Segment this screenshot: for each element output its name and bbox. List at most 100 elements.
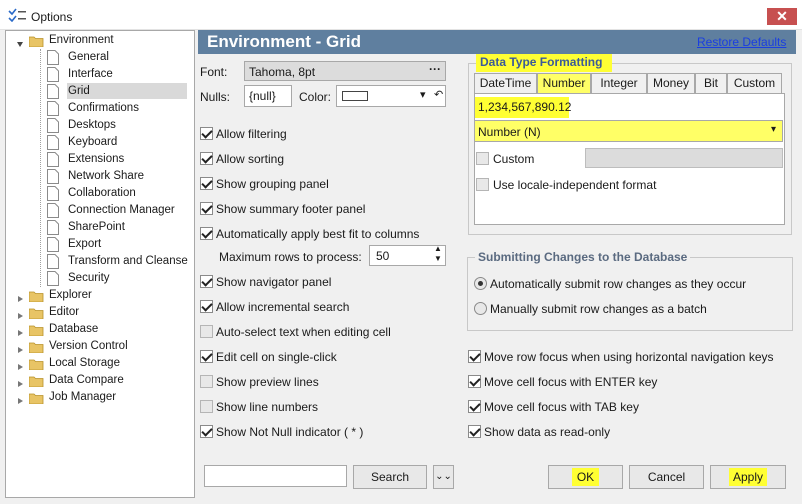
- color-picker[interactable]: ▾ ↶: [336, 85, 446, 107]
- show-line-numbers-checkbox[interactable]: [200, 400, 213, 413]
- folder-icon: [28, 324, 44, 337]
- apply-button[interactable]: Apply: [710, 465, 786, 489]
- color-label: Color:: [299, 90, 332, 104]
- expand-arrow-icon[interactable]: [16, 291, 24, 302]
- page-icon: [47, 152, 59, 167]
- move-row-focus-when-using-horizontal-navigation-keys-checkbox[interactable]: [468, 350, 481, 363]
- title-bar: [0, 0, 802, 30]
- page-icon: [47, 50, 59, 65]
- tree-item-desktops[interactable]: Desktops: [6, 117, 192, 134]
- allow-sorting-checkbox[interactable]: [200, 152, 213, 165]
- tree-item-security[interactable]: Security: [6, 270, 192, 287]
- tree-item-editor[interactable]: Editor: [6, 304, 192, 321]
- spin-down-icon[interactable]: ▼: [434, 254, 442, 263]
- folder-icon: [28, 341, 44, 354]
- tree-item-version-control[interactable]: Version Control: [6, 338, 192, 355]
- tab-bit[interactable]: Bit: [695, 73, 727, 94]
- apply-label: Apply: [728, 468, 768, 486]
- custom-format-input[interactable]: [585, 148, 783, 168]
- number-format-select[interactable]: Number (N) ▾: [474, 120, 783, 142]
- show-navigator-panel-checkbox[interactable]: [200, 275, 213, 288]
- tree-item-local-storage[interactable]: Local Storage: [6, 355, 192, 372]
- page-icon: [47, 169, 59, 184]
- edit-cell-on-single-click-checkbox[interactable]: [200, 350, 213, 363]
- dropdown-arrow-icon[interactable]: ▾: [771, 124, 776, 135]
- tree-item-export[interactable]: Export: [6, 236, 192, 253]
- tab-integer[interactable]: Integer: [591, 73, 647, 94]
- ok-button[interactable]: OK: [548, 465, 623, 489]
- expand-arrow-icon[interactable]: [16, 393, 24, 404]
- show-summary-footer-panel-checkbox[interactable]: [200, 202, 213, 215]
- page-title: Environment - Grid: [207, 32, 361, 51]
- tree-item-connection-manager[interactable]: Connection Manager: [6, 202, 192, 219]
- expand-arrow-icon[interactable]: [16, 359, 24, 370]
- options-tree[interactable]: Environment General Interface Grid Confirmat…: [5, 30, 195, 498]
- tree-item-data-compare[interactable]: Data Compare: [6, 372, 192, 389]
- manual-submit-radio[interactable]: [474, 302, 487, 315]
- search-input[interactable]: [204, 465, 347, 487]
- color-swatch: [342, 91, 368, 101]
- font-field[interactable]: Tahoma, 8pt ···: [244, 61, 446, 81]
- allow-incremental-search-checkbox[interactable]: [200, 300, 213, 313]
- max-rows-spinner[interactable]: 50 ▲ ▼: [369, 244, 446, 266]
- expand-arrow-icon[interactable]: [16, 325, 24, 336]
- manual-submit-label: Manually submit row changes as a batch: [490, 302, 707, 316]
- move-cell-focus-with-tab-key-label: Move cell focus with TAB key: [484, 400, 639, 414]
- show-not-null-indicator-checkbox[interactable]: [200, 425, 213, 438]
- tree-item-extensions[interactable]: Extensions: [6, 151, 192, 168]
- expand-arrow-icon[interactable]: [16, 308, 24, 319]
- tree-item-environment[interactable]: Environment: [6, 32, 192, 49]
- collapse-arrow-icon[interactable]: [16, 36, 24, 47]
- tree-item-general[interactable]: General: [6, 49, 192, 66]
- show-data-as-read-only-checkbox[interactable]: [468, 425, 481, 438]
- tree-item-collaboration[interactable]: Collaboration: [6, 185, 192, 202]
- tree-item-confirmations[interactable]: Confirmations: [6, 100, 192, 117]
- tree-item-transform-and-cleanse[interactable]: Transform and Cleanse: [6, 253, 192, 270]
- tab-custom[interactable]: Custom: [727, 73, 782, 94]
- edit-cell-on-single-click-label: Edit cell on single-click: [216, 350, 337, 364]
- nulls-input[interactable]: {null}: [244, 85, 292, 107]
- auto-submit-radio[interactable]: [474, 277, 487, 290]
- move-cell-focus-with-tab-key-checkbox[interactable]: [468, 400, 481, 413]
- spin-up-icon[interactable]: ▲: [434, 244, 442, 253]
- automatically-apply-best-fit-to-columns-checkbox[interactable]: [200, 227, 213, 240]
- tab-money[interactable]: Money: [647, 73, 695, 94]
- tab-datetime[interactable]: DateTime: [474, 73, 537, 94]
- max-rows-value: 50: [376, 249, 390, 263]
- show-data-as-read-only-label: Show data as read-only: [484, 425, 611, 439]
- tree-item-label: Security: [68, 272, 110, 284]
- expand-arrow-icon[interactable]: [16, 376, 24, 387]
- allow-sorting-label: Allow sorting: [216, 152, 285, 166]
- expand-chevron-icon[interactable]: ⌄⌄: [433, 465, 454, 489]
- tree-item-interface[interactable]: Interface: [6, 66, 192, 83]
- tree-item-job-manager[interactable]: Job Manager: [6, 389, 192, 406]
- auto-select-text-when-editing-cell-checkbox[interactable]: [200, 325, 213, 338]
- options-app-icon: [8, 8, 26, 22]
- tree-item-database[interactable]: Database: [6, 321, 192, 338]
- font-browse-button[interactable]: ···: [429, 62, 441, 76]
- tree-item-keyboard[interactable]: Keyboard: [6, 134, 192, 151]
- tree-item-label: Transform and Cleanse: [68, 255, 188, 267]
- dropdown-arrow-icon[interactable]: ▾: [420, 88, 426, 101]
- tree-item-network-share[interactable]: Network Share: [6, 168, 192, 185]
- tree-item-label: Collaboration: [68, 187, 136, 199]
- tree-item-sharepoint[interactable]: SharePoint: [6, 219, 192, 236]
- tree-item-label: Grid: [68, 85, 90, 97]
- close-button[interactable]: ✕: [767, 8, 797, 25]
- show-grouping-panel-checkbox[interactable]: [200, 177, 213, 190]
- search-button[interactable]: Search: [353, 465, 427, 489]
- custom-checkbox[interactable]: [476, 152, 489, 165]
- show-preview-lines-checkbox[interactable]: [200, 375, 213, 388]
- auto-select-text-when-editing-cell-label: Auto-select text when editing cell: [216, 325, 391, 339]
- expand-arrow-icon[interactable]: [16, 342, 24, 353]
- tree-item-grid[interactable]: Grid: [6, 83, 192, 100]
- allow-filtering-checkbox[interactable]: [200, 127, 213, 140]
- tree-item-explorer[interactable]: Explorer: [6, 287, 192, 304]
- tree-item-label: Confirmations: [68, 102, 139, 114]
- restore-defaults-link[interactable]: Restore Defaults: [697, 35, 786, 49]
- move-cell-focus-with-enter-key-checkbox[interactable]: [468, 375, 481, 388]
- locale-independent-checkbox[interactable]: [476, 178, 489, 191]
- tab-number[interactable]: Number: [537, 73, 591, 94]
- cancel-button[interactable]: Cancel: [629, 465, 704, 489]
- reset-icon[interactable]: ↶: [434, 88, 443, 101]
